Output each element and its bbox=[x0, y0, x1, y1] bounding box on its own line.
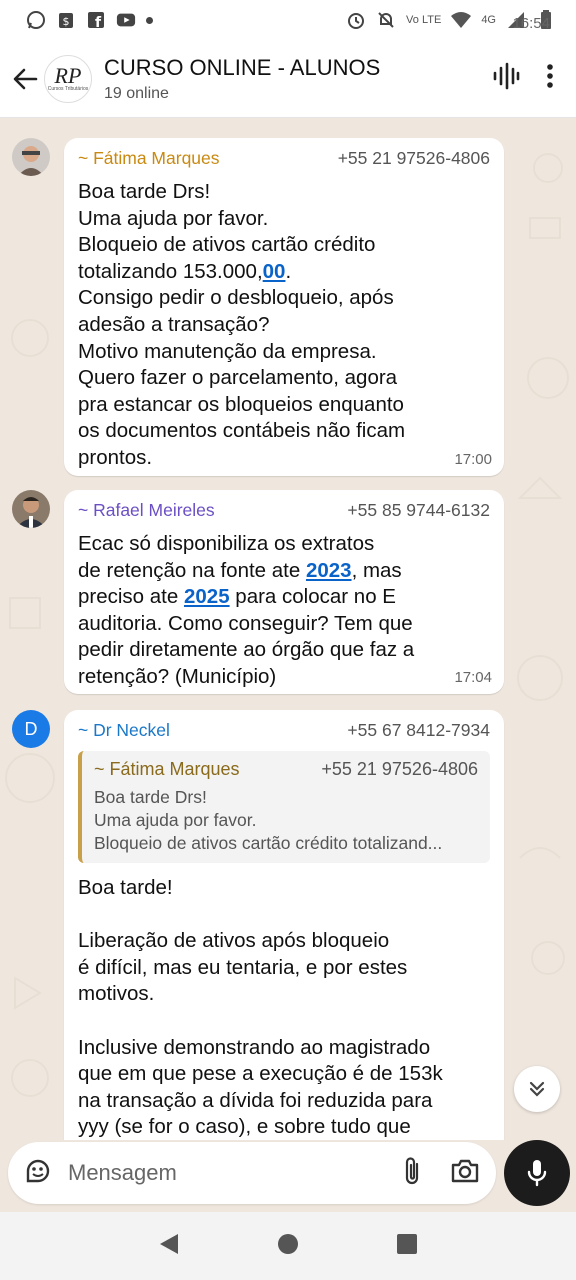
message-time: 17:00 bbox=[454, 451, 492, 468]
avatar-photo-icon bbox=[12, 490, 50, 528]
sender-phone: +55 85 9744-6132 bbox=[347, 500, 490, 520]
message-bubble[interactable]: ~ Dr Neckel +55 67 8412-7934 ~ Fátima Ma… bbox=[64, 710, 504, 1140]
sender-name[interactable]: ~ Fátima Marques bbox=[78, 148, 220, 169]
message-text: Boa tarde Drs! Uma ajuda por favor. Bloq… bbox=[78, 179, 490, 472]
alarm-icon bbox=[346, 10, 366, 30]
message-time: 17:04 bbox=[454, 669, 492, 686]
network-type: 4G bbox=[481, 14, 496, 26]
quoted-line: Bloqueio de ativos cartão crédito totali… bbox=[94, 833, 443, 853]
message-bubble[interactable]: ~ Rafael Meireles +55 85 9744-6132 Ecac … bbox=[64, 490, 504, 694]
nav-home-button[interactable] bbox=[277, 1233, 299, 1260]
quoted-line: Boa tarde Drs! bbox=[94, 787, 207, 807]
svg-text:$: $ bbox=[63, 15, 70, 28]
quoted-sender: ~ Fátima Marques bbox=[94, 759, 240, 779]
youtube-icon bbox=[116, 10, 136, 30]
chat-area[interactable]: ~ Fátima Marques +55 21 97526-4806 Boa t… bbox=[0, 118, 576, 1140]
group-title: CURSO ONLINE - ALUNOS bbox=[104, 54, 381, 80]
message-header: ~ Fátima Marques +55 21 97526-4806 bbox=[78, 148, 490, 169]
nav-recents-icon bbox=[396, 1233, 417, 1254]
message-text: Ecac só disponibiliza os extratos de ret… bbox=[78, 531, 490, 691]
message-header: ~ Dr Neckel +55 67 8412-7934 bbox=[78, 720, 490, 741]
group-avatar[interactable]: RP Cursos Tributários bbox=[44, 54, 92, 103]
composer-bar bbox=[0, 1140, 576, 1212]
system-nav-bar bbox=[0, 1212, 576, 1280]
whatsapp-icon bbox=[26, 10, 46, 30]
message-text-part: . Consigo pedir o desbloqueio, após ades… bbox=[78, 259, 406, 469]
voice-message-button[interactable] bbox=[504, 1140, 570, 1206]
group-info[interactable]: CURSO ONLINE - ALUNOS 19 online bbox=[104, 55, 380, 103]
status-time: 16:54 bbox=[512, 15, 550, 32]
sender-avatar[interactable] bbox=[12, 490, 50, 528]
number-link[interactable]: 2025 bbox=[184, 585, 230, 608]
sender-phone: +55 21 97526-4806 bbox=[337, 148, 490, 168]
message-input[interactable] bbox=[68, 1160, 368, 1186]
chat-header: RP Cursos Tributários CURSO ONLINE - ALU… bbox=[0, 40, 576, 118]
nav-back-button[interactable] bbox=[158, 1232, 180, 1261]
scroll-to-bottom-button[interactable] bbox=[514, 1066, 560, 1112]
group-logo-caption: Cursos Tributários bbox=[47, 85, 89, 92]
more-vertical-icon bbox=[547, 64, 553, 88]
mute-icon bbox=[376, 10, 396, 30]
sender-phone: +55 67 8412-7934 bbox=[347, 720, 490, 740]
sender-name[interactable]: ~ Rafael Meireles bbox=[78, 500, 215, 521]
quoted-phone: +55 21 97526-4806 bbox=[321, 759, 478, 779]
facebook-icon: f bbox=[86, 10, 106, 30]
nav-home-icon bbox=[277, 1233, 298, 1254]
sender-avatar[interactable] bbox=[12, 138, 50, 176]
sender-avatar[interactable]: D bbox=[12, 710, 50, 748]
volte-indicator: Vo LTE bbox=[406, 14, 442, 26]
quoted-line: Uma ajuda por favor. bbox=[94, 810, 257, 830]
nav-back-icon bbox=[160, 1233, 179, 1254]
online-count: 19 online bbox=[104, 84, 169, 102]
header-actions bbox=[492, 62, 554, 95]
nav-recents-button[interactable] bbox=[396, 1233, 418, 1260]
quoted-header: ~ Fátima Marques +55 21 97526-4806 bbox=[94, 759, 478, 780]
paperclip-icon bbox=[405, 1156, 419, 1184]
message-composer bbox=[8, 1142, 496, 1204]
microphone-icon bbox=[527, 1160, 547, 1187]
sticker-button[interactable] bbox=[24, 1157, 52, 1190]
message-text-part: Boa tarde Drs! Uma ajuda por favor. Bloq… bbox=[78, 180, 376, 283]
avatar-letter: D bbox=[24, 718, 38, 739]
attach-button[interactable] bbox=[402, 1156, 422, 1191]
double-chevron-down-icon bbox=[529, 1081, 545, 1097]
more-options-button[interactable] bbox=[546, 63, 554, 94]
number-link[interactable]: 2023 bbox=[306, 559, 352, 582]
camera-button[interactable] bbox=[450, 1158, 480, 1189]
avatar-photo-icon bbox=[12, 138, 50, 176]
notification-icons: $ f bbox=[26, 10, 153, 30]
message-header: ~ Rafael Meireles +55 85 9744-6132 bbox=[78, 500, 490, 521]
back-arrow-icon bbox=[13, 68, 38, 89]
audio-wave-icon bbox=[493, 62, 520, 90]
message-bubble[interactable]: ~ Fátima Marques +55 21 97526-4806 Boa t… bbox=[64, 138, 504, 476]
wifi-icon bbox=[451, 10, 472, 30]
voice-chat-button[interactable] bbox=[492, 62, 520, 95]
more-notifications-icon bbox=[146, 16, 153, 24]
sticker-icon bbox=[26, 1159, 50, 1182]
sender-name[interactable]: ~ Dr Neckel bbox=[78, 720, 170, 741]
number-link[interactable]: 00 bbox=[263, 260, 286, 283]
status-bar: 16:54 $ f Vo LTE 4G bbox=[0, 0, 576, 40]
svg-text:f: f bbox=[95, 15, 102, 30]
quoted-message[interactable]: ~ Fátima Marques +55 21 97526-4806 Boa t… bbox=[78, 751, 490, 863]
message-text: Boa tarde! Liberação de ativos após bloq… bbox=[78, 876, 443, 1139]
back-button[interactable] bbox=[2, 56, 48, 102]
camera-icon bbox=[451, 1159, 479, 1182]
wallet-icon: $ bbox=[56, 10, 76, 30]
group-logo-monogram: RP bbox=[54, 62, 82, 88]
